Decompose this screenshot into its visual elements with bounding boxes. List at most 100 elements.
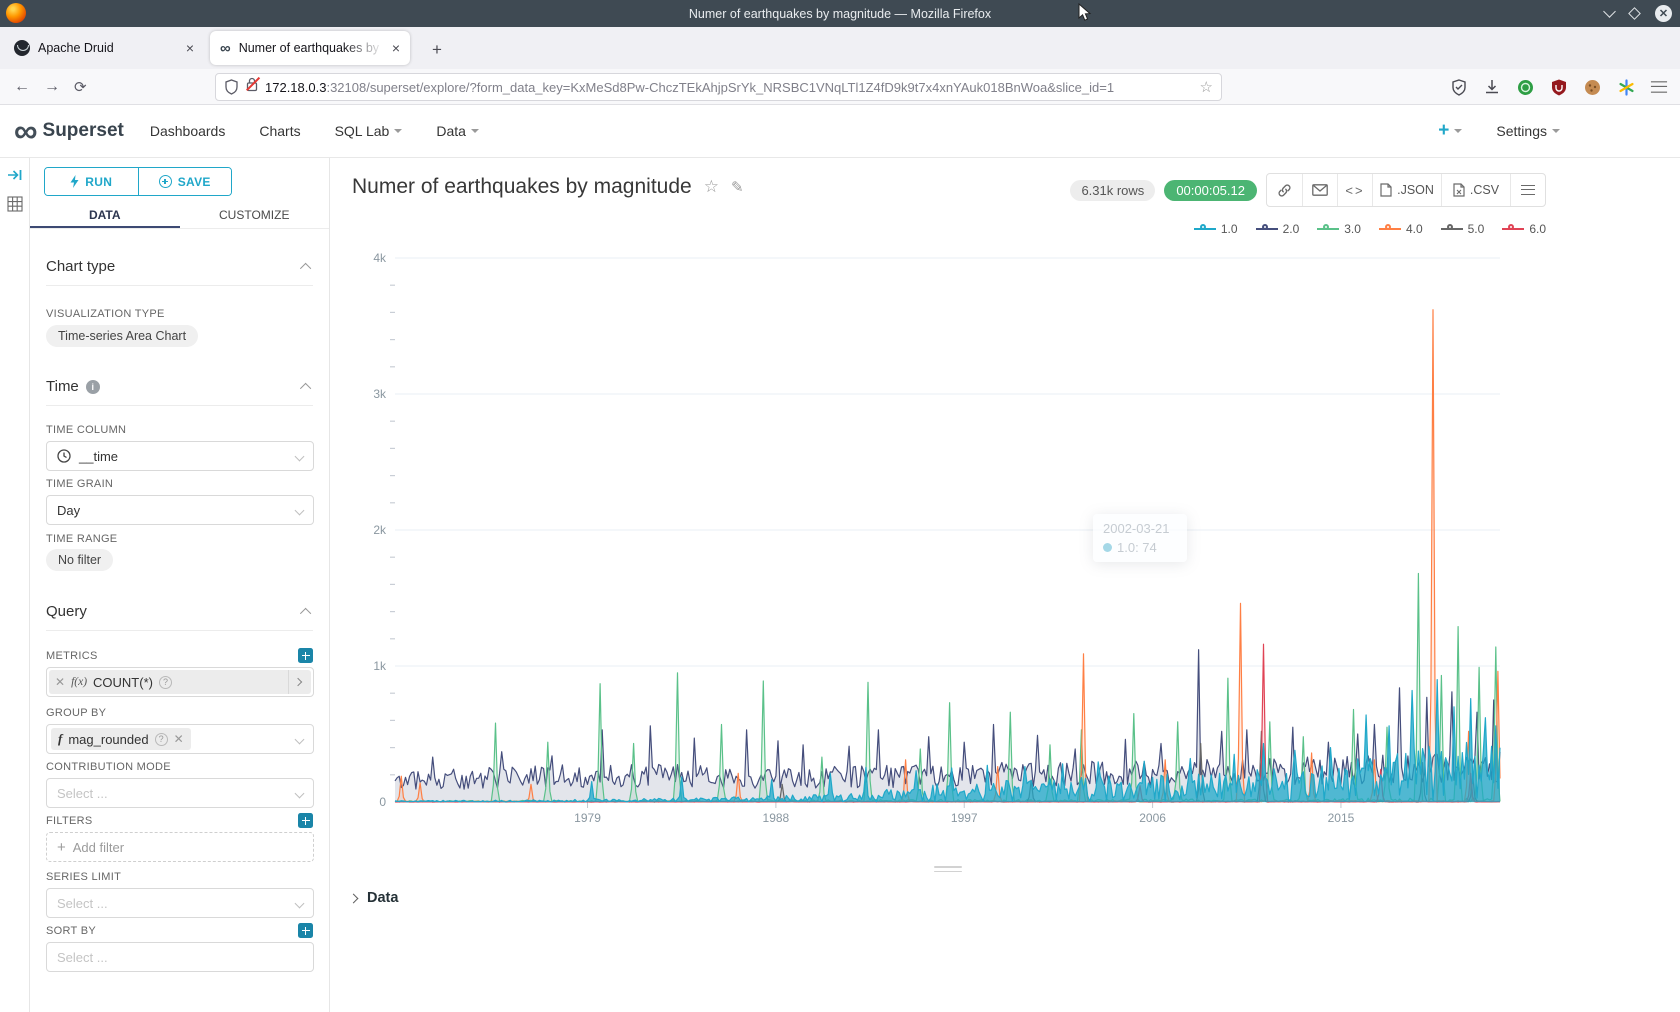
nav-item-data[interactable]: Data <box>436 123 479 139</box>
add-filter-box[interactable]: + Add filter <box>46 832 314 862</box>
embed-code-button[interactable]: <> <box>1337 174 1372 206</box>
group-by-select[interactable]: f mag_rounded ? ✕ <box>46 724 314 754</box>
nav-item-sql-lab[interactable]: SQL Lab <box>335 123 403 139</box>
legend-item-3.0[interactable]: 3.0 <box>1317 222 1361 236</box>
tab-close-icon[interactable]: × <box>186 40 194 56</box>
chart-actions-group: <> .JSON .CSV <box>1266 173 1546 207</box>
export-json-button[interactable]: .JSON <box>1372 174 1441 206</box>
forward-button[interactable]: → <box>44 78 60 96</box>
settings-menu[interactable]: Settings <box>1496 123 1560 139</box>
svg-text:1997: 1997 <box>951 811 978 825</box>
group-by-label: GROUP BY <box>46 707 106 719</box>
function-icon: f <box>58 731 62 747</box>
contribution-mode-select[interactable]: Select ... <box>46 778 314 808</box>
url-text[interactable]: 172.18.0.3:32108/superset/explore/?form_… <box>265 80 1193 95</box>
time-column-select[interactable]: __time <box>46 441 314 471</box>
new-tab-button[interactable]: + <box>424 37 450 63</box>
chart-title: Numer of earthquakes by magnitude <box>352 175 692 199</box>
tab-close-icon[interactable]: × <box>392 40 400 56</box>
run-button[interactable]: RUN <box>45 168 138 195</box>
window-close-button[interactable]: ✕ <box>1655 5 1672 22</box>
favorite-star-icon[interactable]: ☆ <box>704 177 719 197</box>
cookie-icon[interactable] <box>1584 79 1601 96</box>
remove-metric-icon[interactable]: ✕ <box>55 675 65 689</box>
firefox-menu-icon[interactable] <box>1651 81 1667 93</box>
collapsed-datasource-rail <box>0 158 30 1012</box>
reload-button[interactable]: ⟳ <box>74 78 87 96</box>
browser-toolbar: ← → ⟳ 172.18.0.3:32108/superset/explore/… <box>0 69 1680 105</box>
tab-data[interactable]: DATA <box>30 204 180 228</box>
section-chart-type[interactable]: Chart type <box>46 248 313 286</box>
extension-green-icon[interactable] <box>1517 79 1534 96</box>
series-limit-select[interactable]: Select ... <box>46 888 314 918</box>
legend-item-5.0[interactable]: 5.0 <box>1441 222 1485 236</box>
legend-item-2.0[interactable]: 2.0 <box>1256 222 1300 236</box>
add-sort-by-button[interactable] <box>298 923 313 938</box>
viz-type-pill[interactable]: Time-series Area Chart <box>46 325 198 347</box>
chart-menu-button[interactable] <box>1510 174 1545 206</box>
section-time[interactable]: Time i <box>46 368 313 406</box>
chart-control-panel: RUN SAVE DATA CUSTOMIZE Chart type VISUA… <box>30 158 330 1012</box>
remove-column-icon[interactable]: ✕ <box>174 732 184 746</box>
group-by-pill[interactable]: f mag_rounded ? ✕ <box>51 728 191 750</box>
legend-item-6.0[interactable]: 6.0 <box>1502 222 1546 236</box>
plus-circle-icon <box>159 175 172 188</box>
panel-resize-handle[interactable] <box>934 866 962 874</box>
ublock-icon[interactable] <box>1551 79 1567 96</box>
chevron-down-icon <box>295 452 305 462</box>
plus-icon: + <box>57 839 66 856</box>
svg-text:1979: 1979 <box>574 811 601 825</box>
druid-favicon <box>14 40 30 56</box>
chevron-right-icon[interactable] <box>294 678 302 686</box>
export-csv-button[interactable]: .CSV <box>1441 174 1510 206</box>
save-button[interactable]: SAVE <box>138 168 232 195</box>
new-entity-button[interactable]: + <box>1438 120 1462 142</box>
window-titlebar: Numer of earthquakes by magnitude — Mozi… <box>0 0 1680 27</box>
time-range-label: TIME RANGE <box>46 533 117 545</box>
back-button[interactable]: ← <box>14 78 30 96</box>
nav-item-charts[interactable]: Charts <box>259 123 300 139</box>
tab-customize[interactable]: CUSTOMIZE <box>180 204 330 228</box>
section-query[interactable]: Query <box>46 593 313 631</box>
info-icon: i <box>86 380 100 394</box>
timeseries-chart[interactable]: 01k2k3k4k19791988199720062015 <box>330 245 1670 830</box>
help-icon: ? <box>155 733 168 746</box>
firefox-logo-icon <box>6 3 26 23</box>
window-title: Numer of earthquakes by magnitude — Mozi… <box>0 7 1680 21</box>
bookmark-star-icon[interactable]: ☆ <box>1200 78 1213 96</box>
add-metric-button[interactable] <box>298 648 313 663</box>
pocket-shield-icon[interactable] <box>1451 79 1467 96</box>
legend-item-4.0[interactable]: 4.0 <box>1379 222 1423 236</box>
chevron-up-icon <box>300 262 311 273</box>
email-button[interactable] <box>1302 174 1337 206</box>
metrics-control[interactable]: ✕ f(x) COUNT(*) ? <box>46 667 314 697</box>
nav-item-dashboards[interactable]: Dashboards <box>150 123 226 139</box>
downloads-icon[interactable] <box>1484 79 1500 95</box>
extension-asterisk-icon[interactable] <box>1618 79 1635 96</box>
time-grain-select[interactable]: Day <box>46 495 314 525</box>
time-range-pill[interactable]: No filter <box>46 549 113 571</box>
data-section-toggle[interactable]: Data <box>350 890 398 906</box>
tooltip-date: 2002-03-21 <box>1103 521 1177 536</box>
window-maximize-button[interactable] <box>1628 7 1641 20</box>
superset-infinity-icon: ∞ <box>14 118 37 144</box>
chevron-up-icon <box>300 382 311 393</box>
tracking-shield-icon[interactable] <box>224 79 239 95</box>
browser-tab-apache-druid[interactable]: Apache Druid × <box>4 31 204 65</box>
legend-item-1.0[interactable]: 1.0 <box>1194 222 1238 236</box>
superset-logo[interactable]: ∞ Superset <box>14 118 124 144</box>
expand-panel-icon[interactable] <box>7 168 23 182</box>
window-minimize-button[interactable] <box>1603 5 1616 18</box>
insecure-lock-icon[interactable] <box>246 77 258 97</box>
help-icon: ? <box>159 676 172 689</box>
superset-navbar: ∞ Superset Dashboards Charts SQL Lab Dat… <box>0 105 1680 158</box>
edit-pencil-icon[interactable]: ✎ <box>731 178 744 196</box>
add-filter-plus-button[interactable] <box>298 813 313 828</box>
chevron-right-icon <box>349 893 359 903</box>
sort-by-select[interactable]: Select ... <box>46 942 314 972</box>
dataset-grid-icon[interactable] <box>7 196 23 212</box>
copy-link-button[interactable] <box>1267 174 1302 206</box>
url-bar[interactable]: 172.18.0.3:32108/superset/explore/?form_… <box>215 73 1222 101</box>
browser-tab-active[interactable]: ∞ Numer of earthquakes by × <box>210 31 410 65</box>
mouse-cursor <box>1078 3 1092 23</box>
